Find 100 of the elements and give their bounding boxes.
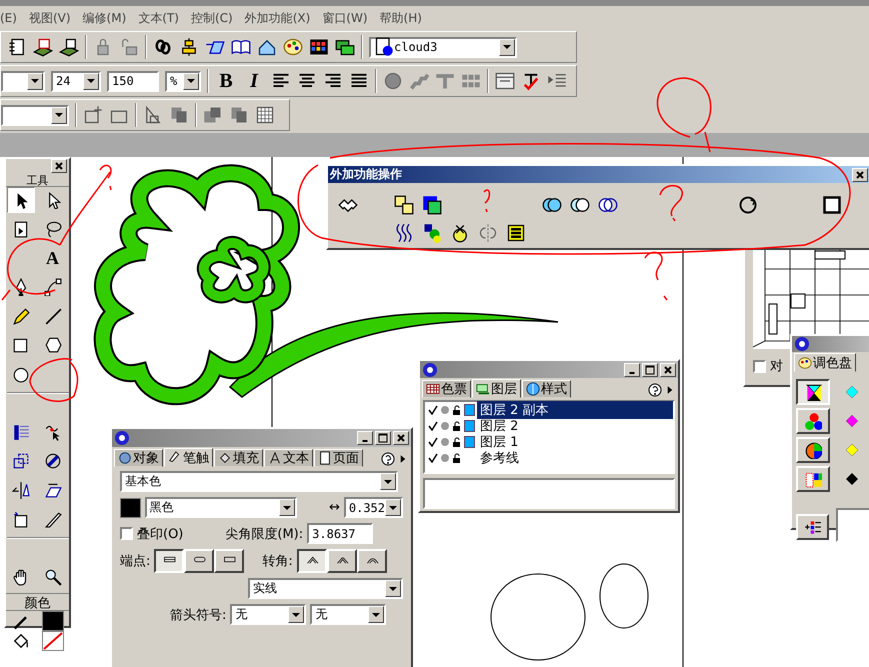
stroke-color-well[interactable]: [42, 611, 64, 631]
color-dropdown[interactable]: 黑色: [144, 497, 297, 518]
mirror-icon[interactable]: [478, 223, 498, 243]
tab[interactable]: 样式: [522, 380, 571, 398]
shapes-icon[interactable]: [422, 223, 442, 243]
tab[interactable]: 图层: [472, 379, 521, 398]
round-cap-button[interactable]: [184, 549, 214, 573]
rotate-icon[interactable]: [738, 195, 758, 215]
checkbox[interactable]: [753, 360, 766, 372]
lock-icon[interactable]: [452, 437, 462, 448]
help-icon[interactable]: [647, 382, 663, 398]
layers-icon[interactable]: [335, 37, 355, 57]
stroke-type-dropdown[interactable]: 基本色: [120, 471, 398, 492]
tab[interactable]: 笔触: [164, 448, 213, 467]
butt-cap-button[interactable]: [154, 549, 184, 573]
visibility-dot-icon[interactable]: [440, 437, 450, 448]
waves-icon[interactable]: [394, 223, 414, 243]
align-icon[interactable]: [179, 37, 199, 57]
intersect-icon[interactable]: [570, 195, 590, 215]
text-tool-button[interactable]: A: [38, 245, 66, 271]
arrowhead-dropdown[interactable]: 无: [230, 604, 306, 625]
italic-button[interactable]: I: [243, 70, 265, 92]
check-icon[interactable]: [428, 405, 438, 416]
add-color-button[interactable]: [796, 514, 830, 540]
layer-name[interactable]: 图层 2: [477, 417, 673, 436]
visibility-dot-icon[interactable]: [440, 421, 450, 432]
menu-item[interactable]: 文本(T): [138, 10, 179, 26]
color-mode-button[interactable]: [796, 379, 830, 405]
tab[interactable]: 页面: [314, 449, 363, 467]
lock-icon[interactable]: [452, 421, 462, 432]
maximize-button[interactable]: [642, 362, 658, 377]
import-icon[interactable]: [33, 37, 53, 57]
layer-name[interactable]: 参考线: [477, 449, 673, 468]
round-join-button[interactable]: [326, 549, 357, 573]
combine-icon[interactable]: [394, 195, 414, 215]
page-icon[interactable]: [7, 37, 27, 57]
font-dropdown[interactable]: [1, 70, 45, 92]
maximize-button[interactable]: [375, 431, 391, 445]
link-icon[interactable]: [153, 37, 173, 57]
bold-button[interactable]: B: [215, 70, 237, 92]
bevel-join-button[interactable]: [356, 549, 387, 573]
circle-icon[interactable]: [383, 71, 403, 91]
menu-item[interactable]: 帮助(H): [380, 10, 422, 26]
close-button[interactable]: [393, 431, 409, 445]
union-icon[interactable]: [542, 195, 562, 215]
arrowhead-dropdown[interactable]: 无: [310, 604, 386, 625]
close-button[interactable]: [852, 168, 868, 182]
pointer-tool-button[interactable]: [6, 187, 34, 213]
unlock-icon[interactable]: [119, 37, 139, 57]
knot-icon[interactable]: [450, 223, 470, 243]
fill-color-well[interactable]: [42, 631, 64, 651]
color-swatch[interactable]: [846, 473, 858, 485]
color-field[interactable]: [836, 508, 869, 542]
visibility-dot-icon[interactable]: [440, 405, 450, 416]
miter-field[interactable]: 3.8637: [307, 523, 374, 544]
leading-field[interactable]: 150: [107, 70, 159, 92]
check-icon[interactable]: [428, 437, 438, 448]
punch-icon[interactable]: [422, 195, 442, 215]
visibility-dot-icon[interactable]: [440, 453, 450, 464]
spelling-icon[interactable]: [521, 71, 541, 91]
menu-item[interactable]: 控制(C): [190, 10, 233, 26]
menu-item[interactable]: 视图(V): [28, 10, 71, 26]
dash-dropdown[interactable]: 实线: [248, 578, 403, 599]
tab[interactable]: 对象: [114, 449, 163, 467]
stripes-icon[interactable]: [506, 223, 526, 243]
minimize-button[interactable]: [624, 362, 640, 377]
stroke-color-well[interactable]: [120, 498, 141, 518]
close-button[interactable]: [51, 159, 67, 173]
color-swatch[interactable]: [846, 415, 858, 427]
add-page-icon[interactable]: [83, 105, 103, 125]
checkbox[interactable]: [120, 527, 133, 540]
palette-icon[interactable]: [283, 37, 303, 57]
tab[interactable]: 调色盘: [794, 353, 856, 372]
copy-icon[interactable]: [169, 105, 189, 125]
font-size-dropdown[interactable]: 24: [51, 70, 101, 92]
tab[interactable]: 填充: [214, 449, 263, 467]
menu-item[interactable]: 窗口(W): [322, 10, 368, 26]
square-cap-button[interactable]: [214, 549, 244, 573]
check-icon[interactable]: [428, 453, 438, 464]
color-grid-icon[interactable]: [309, 37, 329, 57]
menu-item[interactable]: 外加功能(X): [244, 10, 310, 26]
house-icon[interactable]: [257, 37, 277, 57]
tab[interactable]: 文本: [264, 449, 313, 467]
style-dropdown[interactable]: [1, 104, 69, 126]
layer-name[interactable]: 图层 2 副本: [477, 401, 673, 420]
check-icon[interactable]: [428, 421, 438, 432]
menu-item[interactable]: 编修(M): [82, 10, 126, 26]
export-icon[interactable]: [59, 37, 79, 57]
minimize-button[interactable]: [357, 431, 373, 445]
stack-icon[interactable]: [229, 105, 249, 125]
layer-name[interactable]: 图层 1: [477, 433, 673, 452]
close-button[interactable]: [660, 362, 676, 377]
lock-icon[interactable]: [452, 405, 462, 416]
stroke-width-dropdown[interactable]: 0.352: [344, 497, 403, 518]
table-icon[interactable]: [255, 105, 275, 125]
color-swatch[interactable]: [846, 444, 858, 456]
document-dropdown[interactable]: cloud3: [369, 36, 517, 58]
lock-icon[interactable]: [452, 453, 462, 464]
book-icon[interactable]: [231, 37, 251, 57]
menu-item[interactable]: (E): [0, 11, 17, 25]
